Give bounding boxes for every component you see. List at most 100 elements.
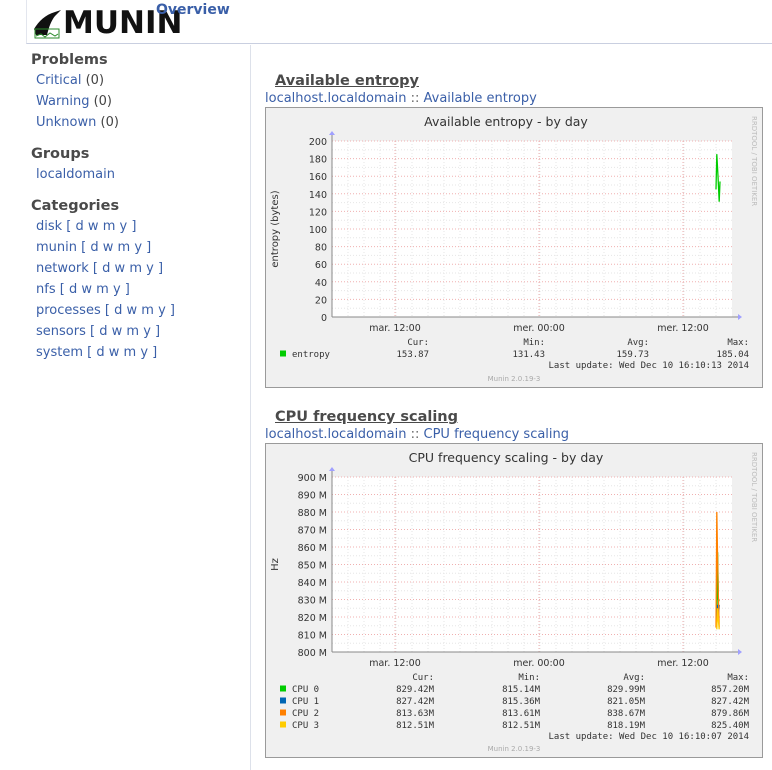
- legend-name: CPU 0: [292, 685, 319, 695]
- problem-critical-link[interactable]: Critical (0): [36, 73, 104, 88]
- stat-min: 812.51M: [502, 721, 541, 731]
- rrdtool-credit: RRDTOOL / TOBI OETIKER: [750, 452, 758, 542]
- graph-canvas: CPU frequency scaling - by day RRDTOOL / …: [270, 450, 758, 753]
- category-munin-period-w[interactable]: w: [103, 240, 114, 255]
- category-munin-link[interactable]: munin: [36, 240, 77, 255]
- category-nfs-link[interactable]: nfs: [36, 282, 56, 297]
- category-processes-period-m[interactable]: m: [141, 303, 154, 318]
- category-nfs-period-w[interactable]: w: [81, 282, 92, 297]
- category-network-period-m[interactable]: m: [129, 261, 142, 276]
- unknown-label[interactable]: Unknown: [36, 115, 96, 130]
- bracket-open: [: [62, 219, 76, 234]
- unknown-count: (0): [100, 115, 119, 130]
- stat-max: 825.40M: [711, 721, 750, 731]
- y-tick-label: 120: [309, 207, 327, 218]
- x-axis-arrow: [738, 649, 742, 655]
- graph-canvas: Available entropy - by day RRDTOOL / TOBI…: [270, 114, 758, 383]
- category-network-period-w[interactable]: w: [115, 261, 126, 276]
- category-processes-period-w[interactable]: w: [126, 303, 137, 318]
- category-nfs-period-y[interactable]: y: [113, 282, 121, 297]
- category-disk-period-w[interactable]: w: [88, 219, 99, 234]
- y-tick-label: 900 M: [298, 473, 327, 484]
- stat-header: Min:: [518, 673, 540, 683]
- y-tick-label: 80: [315, 243, 327, 254]
- category-disk-link[interactable]: disk: [36, 219, 62, 234]
- legend-swatch: [280, 709, 286, 716]
- legend-swatch: [280, 697, 286, 704]
- categories-title: Categories: [31, 198, 120, 214]
- category-sensors-period-m[interactable]: m: [126, 324, 139, 339]
- stat-header: Max:: [727, 673, 749, 683]
- munin-logo[interactable]: MUNIN: [33, 6, 182, 40]
- bracket-open: [: [100, 303, 115, 318]
- x-axis-arrow: [738, 314, 742, 320]
- y-tick-label: 0: [321, 313, 327, 324]
- category-system-link[interactable]: system: [36, 345, 83, 360]
- stat-avg: 821.05M: [607, 697, 646, 707]
- category-sensors-link[interactable]: sensors: [36, 324, 86, 339]
- entropy-graph[interactable]: Available entropy - by day RRDTOOL / TOBI…: [265, 107, 763, 388]
- bracket-close: ]: [150, 324, 161, 339]
- category-network-period-d[interactable]: d: [102, 261, 110, 276]
- problem-unknown-link[interactable]: Unknown (0): [36, 115, 119, 130]
- cpufreq-breadcrumb: localhost.localdomain :: CPU frequency s…: [265, 427, 569, 442]
- stat-header: Max:: [727, 338, 749, 348]
- legend-swatch: [280, 350, 286, 357]
- category-sensors-period-y[interactable]: y: [143, 324, 151, 339]
- crumb-host-link[interactable]: localhost.localdomain: [265, 427, 406, 442]
- stat-header: Avg:: [623, 673, 645, 683]
- category-disk-period-d[interactable]: d: [76, 219, 84, 234]
- stat-cur: 827.42M: [396, 697, 435, 707]
- category-network-period-y[interactable]: y: [146, 261, 154, 276]
- bracket-close: ]: [148, 345, 158, 360]
- y-tick-label: 890 M: [298, 491, 327, 502]
- category-nfs-period-m[interactable]: m: [96, 282, 109, 297]
- crumb-plugin-link[interactable]: Available entropy: [424, 91, 537, 106]
- category-system-period-m[interactable]: m: [124, 345, 137, 360]
- category-processes-period-y[interactable]: y: [158, 303, 166, 318]
- entropy-section-title[interactable]: Available entropy: [275, 73, 419, 89]
- legend-swatch: [280, 685, 286, 692]
- category-system-period-y[interactable]: y: [140, 345, 148, 360]
- bracket-open: [: [77, 240, 91, 255]
- stat-header: Avg:: [627, 338, 649, 348]
- entropy-breadcrumb: localhost.localdomain :: Available entro…: [265, 91, 537, 106]
- problem-warning-link[interactable]: Warning (0): [36, 94, 112, 109]
- y-axis-arrow: [329, 467, 335, 471]
- category-munin-period-y[interactable]: y: [134, 240, 142, 255]
- category-network-link[interactable]: network: [36, 261, 89, 276]
- x-tick-label: mar. 12:00: [369, 658, 421, 669]
- category-sensors-period-d[interactable]: d: [99, 324, 107, 339]
- y-tick-label: 200: [309, 137, 327, 148]
- warning-label[interactable]: Warning: [36, 94, 89, 109]
- cpufreq-graph[interactable]: CPU frequency scaling - by day RRDTOOL / …: [265, 443, 763, 758]
- bracket-close: ]: [142, 240, 152, 255]
- category-system-period-d[interactable]: d: [96, 345, 104, 360]
- bracket-close: ]: [127, 219, 137, 234]
- overview-link[interactable]: Overview: [156, 2, 230, 18]
- bracket-open: [: [83, 345, 97, 360]
- stat-cur: 813.63M: [396, 709, 435, 719]
- category-system-period-w[interactable]: w: [109, 345, 120, 360]
- category-disk-period-m[interactable]: m: [103, 219, 116, 234]
- category-processes-period-d[interactable]: d: [114, 303, 122, 318]
- y-axis-label: Hz: [270, 558, 281, 571]
- category-sensors-period-w[interactable]: w: [112, 324, 123, 339]
- crumb-host-link[interactable]: localhost.localdomain: [265, 91, 406, 106]
- problems-title: Problems: [31, 52, 108, 68]
- crumb-plugin-link[interactable]: CPU frequency scaling: [424, 427, 570, 442]
- stat-min: 815.36M: [502, 697, 541, 707]
- critical-label[interactable]: Critical: [36, 73, 81, 88]
- warning-count: (0): [93, 94, 113, 109]
- y-tick-label: 850 M: [298, 561, 327, 572]
- y-tick-label: 820 M: [298, 613, 327, 624]
- category-munin-period-m[interactable]: m: [118, 240, 131, 255]
- category-processes-link[interactable]: processes: [36, 303, 101, 318]
- y-tick-label: 860 M: [298, 543, 327, 554]
- stat-avg: 838.67M: [607, 709, 646, 719]
- group-localdomain-link[interactable]: localdomain: [36, 167, 115, 182]
- category-nfs-period-d[interactable]: d: [69, 282, 77, 297]
- cpufreq-section-title[interactable]: CPU frequency scaling: [275, 409, 458, 425]
- category-munin-period-d[interactable]: d: [90, 240, 98, 255]
- stat-avg: 829.99M: [607, 685, 646, 695]
